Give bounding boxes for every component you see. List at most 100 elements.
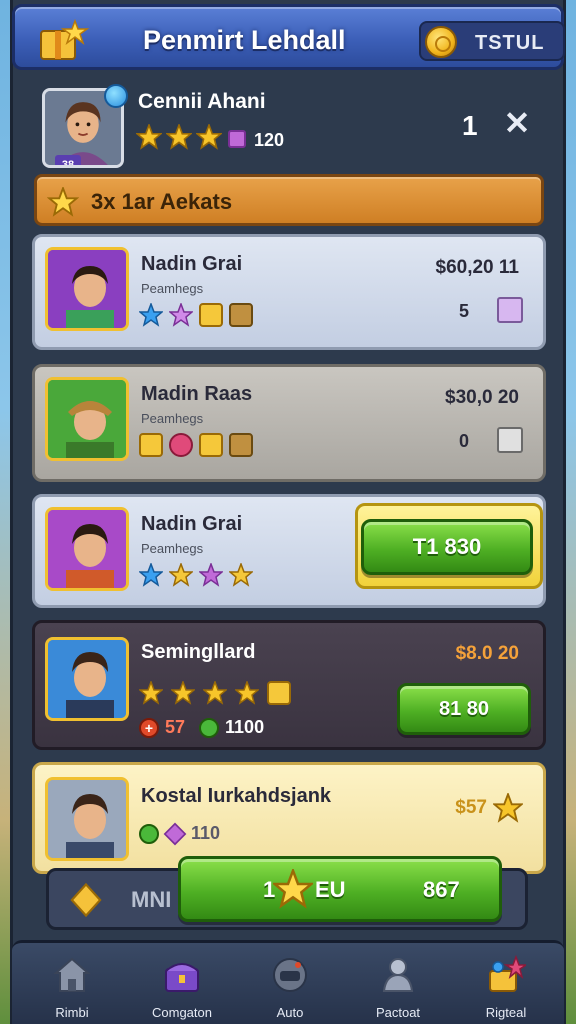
star-icon <box>203 681 227 705</box>
list-item[interactable]: Nadin Grai Peamhegs $60,20 11 5 <box>32 234 546 350</box>
hero-face-icon <box>48 780 126 858</box>
row-name: Nadin Grai <box>141 513 243 535</box>
row-price: $60,20 11 <box>435 257 519 278</box>
helmet-icon <box>273 958 307 992</box>
coin-icon <box>425 26 457 58</box>
buy-button-label: 81 80 <box>438 698 490 720</box>
star-icon <box>136 124 162 150</box>
nav-label: Rimbi <box>55 1005 89 1020</box>
row-subtitle: Peamhegs <box>141 411 204 426</box>
main-buy-button[interactable]: 1 EU 867 <box>178 856 502 922</box>
purple-gem-icon <box>163 822 187 845</box>
pink-gem-icon <box>169 433 193 457</box>
price-group: $57 <box>455 793 523 823</box>
nav-label: Rigteal <box>485 1005 527 1020</box>
star-icon <box>169 563 193 587</box>
row-name: Semingllard <box>141 641 256 663</box>
row-name: Kostal Iurkahdsjank <box>141 785 332 807</box>
gold-gem-icon <box>267 681 291 705</box>
stat-value-2: 1100 <box>225 717 265 737</box>
hero-face-icon <box>48 380 126 458</box>
row-name: Madin Raas <box>141 383 253 405</box>
nav-label: Comgaton <box>152 1005 212 1020</box>
row-price: $30,0 20 <box>445 387 519 408</box>
bottom-nav: Rimbi Comgaton Auto Pactoat Rigteal <box>12 940 564 1024</box>
player-card: 38 Cennii Ahani 120 1 ✕ <box>32 80 546 172</box>
row-price: $57 <box>455 797 487 818</box>
nav-item-rigteal[interactable]: Rigteal <box>456 949 556 1024</box>
top-header: Penmirt Lehdall TSTUL <box>12 4 565 70</box>
list-item[interactable]: Madin Raas Peamhegs $30,0 20 0 <box>32 364 546 482</box>
player-count: 1 <box>462 110 478 141</box>
gold-gem-icon <box>70 883 102 917</box>
hero-portrait <box>45 377 129 461</box>
house-icon <box>53 957 91 992</box>
list-item[interactable]: Nadin Grai Peamhegs T1 830 <box>32 494 546 608</box>
list-item[interactable]: Semingllard + 57 1100 $8.0 20 81 80 <box>32 620 546 750</box>
gift-logo-icon <box>40 18 90 60</box>
nav-item-pactoat[interactable]: Pactoat <box>348 949 448 1024</box>
nav-item-rimbi[interactable]: Rimbi <box>22 949 122 1024</box>
star-icon <box>229 563 253 587</box>
purchase-bar-label: MNI <box>131 887 172 912</box>
purple-gem-icon <box>228 130 246 148</box>
nav-item-comgaton[interactable]: Comgaton <box>132 949 232 1024</box>
star-icon <box>139 303 163 327</box>
star-icon <box>139 563 163 587</box>
banner-label: 3x 1ar Aekats <box>91 189 233 214</box>
red-plus-icon: + <box>139 717 159 738</box>
star-icon <box>235 681 259 705</box>
row-quantity: 0 <box>459 431 470 451</box>
select-checkbox[interactable] <box>497 427 523 453</box>
stat-line: 110 <box>139 822 221 845</box>
player-name: Cennii Ahani <box>138 90 266 113</box>
rating-stars <box>139 681 291 705</box>
star-icon <box>169 303 193 327</box>
star-icon <box>196 124 222 150</box>
bronze-gem-icon <box>229 433 253 457</box>
gold-gem-icon <box>139 433 163 457</box>
star-icon <box>273 869 313 909</box>
star-icon <box>493 793 523 823</box>
star-icon <box>199 563 223 587</box>
reward-icons <box>139 303 253 327</box>
stat-value-1: 57 <box>165 717 186 737</box>
currency-display[interactable]: TSTUL <box>419 21 565 61</box>
row-subtitle: Peamhegs <box>141 281 204 296</box>
stat-line: + 57 1100 <box>139 717 264 738</box>
reward-icon <box>489 955 526 992</box>
star-icon <box>47 187 79 217</box>
close-button[interactable]: ✕ <box>502 107 532 139</box>
star-icon <box>139 681 163 705</box>
buy-button[interactable]: 81 80 <box>397 683 531 735</box>
currency-label: TSTUL <box>475 32 545 54</box>
bronze-gem-icon <box>229 303 253 327</box>
nav-item-auto[interactable]: Auto <box>240 949 340 1024</box>
row-quantity: 5 <box>459 301 470 321</box>
hero-portrait <box>45 247 129 331</box>
buy-button[interactable]: T1 830 <box>361 519 533 575</box>
page-title: Penmirt Lehdall <box>143 25 346 55</box>
select-checkbox[interactable] <box>497 297 523 323</box>
hero-face-icon <box>48 510 126 588</box>
nav-label: Auto <box>276 1005 304 1020</box>
chest-icon <box>165 963 199 992</box>
green-coin-icon <box>199 717 220 738</box>
hero-face-icon <box>48 640 126 718</box>
main-buy-mid: EU <box>315 877 346 902</box>
gold-gem-icon <box>199 433 223 457</box>
green-coin-icon <box>139 823 159 844</box>
buy-button-label: T1 830 <box>412 534 482 559</box>
main-buy-price: 867 <box>423 877 460 902</box>
promo-banner[interactable]: 3x 1ar Aekats <box>34 174 544 226</box>
star-icon <box>171 681 195 705</box>
row-name: Nadin Grai <box>141 253 243 275</box>
player-points: 120 <box>254 130 285 150</box>
nav-label: Pactoat <box>375 1005 421 1020</box>
reward-icons <box>139 433 253 457</box>
reward-icons <box>139 563 253 587</box>
hero-portrait <box>45 777 129 861</box>
stat-value: 110 <box>191 823 221 843</box>
gold-gem-icon <box>199 303 223 327</box>
level-tag: 38 <box>55 155 81 165</box>
